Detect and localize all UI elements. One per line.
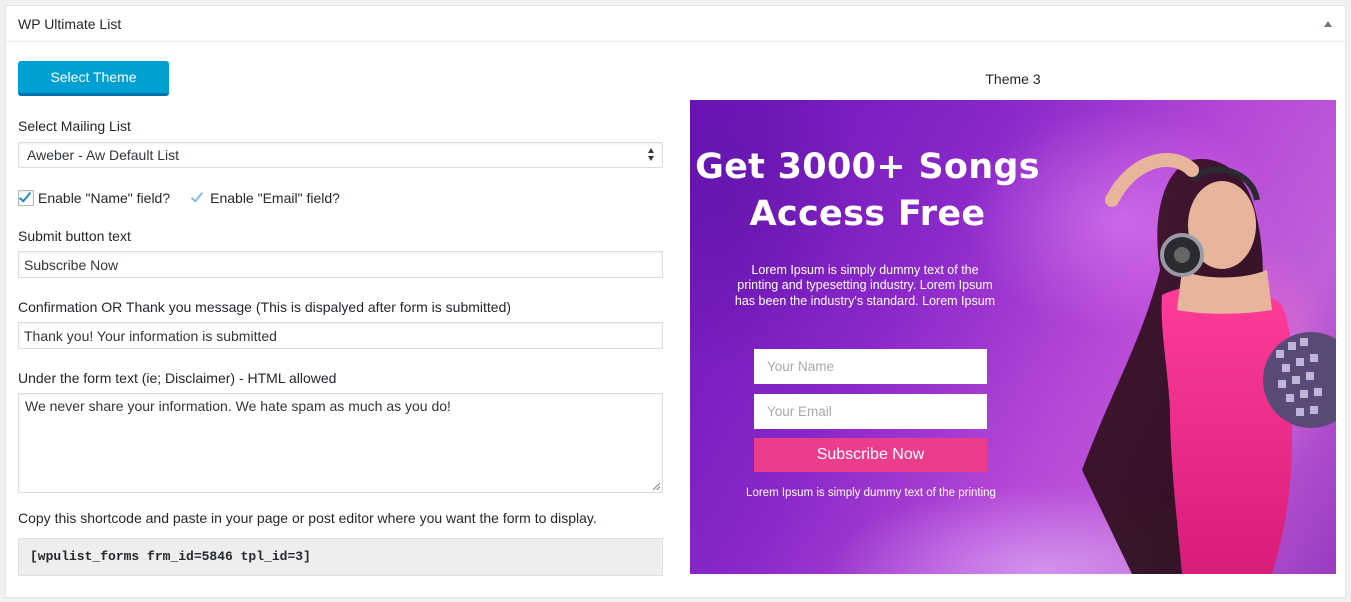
preview-headline-1: Get 3000+ Songs bbox=[695, 147, 1040, 187]
theme-name: Theme 3 bbox=[985, 71, 1041, 87]
resize-handle-icon[interactable] bbox=[653, 483, 660, 490]
checkmark-icon bbox=[190, 189, 204, 203]
preview-subscribe-button[interactable]: Subscribe Now bbox=[754, 438, 987, 472]
preview-column: Theme 3 Get 3000+ Songs Access Free Lore… bbox=[690, 61, 1336, 574]
field-toggles: Enable "Name" field? Enable "Email" fiel… bbox=[18, 189, 360, 206]
preview-body-1: Lorem Ipsum is simply dummy text of the bbox=[751, 263, 979, 277]
submit-text-label: Submit button text bbox=[18, 228, 131, 244]
enable-name-checkbox[interactable] bbox=[18, 189, 34, 206]
confirmation-label: Confirmation OR Thank you message (This … bbox=[18, 299, 512, 315]
under-form-value: We never share your information. We hate… bbox=[25, 398, 451, 414]
panel-title: WP Ultimate List bbox=[18, 15, 122, 32]
disco-ball-image bbox=[1263, 332, 1336, 428]
shortcode-instructions: Copy this shortcode and paste in your pa… bbox=[18, 510, 597, 526]
enable-email-checkbox[interactable] bbox=[190, 189, 206, 206]
shortcode-box[interactable]: [wpulist_forms frm_id=5846 tpl_id=3] bbox=[18, 538, 663, 576]
preview-body-2: printing and typesetting industry. Lorem… bbox=[737, 278, 993, 292]
under-form-textarea[interactable]: We never share your information. We hate… bbox=[18, 393, 663, 493]
theme-preview: Get 3000+ Songs Access Free Lorem Ipsum … bbox=[690, 100, 1336, 574]
enable-name-label[interactable]: Enable "Name" field? bbox=[38, 190, 170, 206]
mailing-list-select[interactable]: Aweber - Aw Default List bbox=[18, 142, 663, 168]
preview-footer-text: Lorem Ipsum is simply dummy text of the … bbox=[746, 487, 996, 499]
preview-body-3: has been the industry's standard. Lorem … bbox=[734, 294, 996, 308]
select-theme-button[interactable]: Select Theme bbox=[18, 61, 169, 96]
confirmation-input[interactable] bbox=[18, 322, 663, 349]
mailing-list-selected: Aweber - Aw Default List bbox=[27, 147, 180, 163]
preview-email-input[interactable]: Your Email bbox=[754, 394, 987, 429]
select-arrows-icon bbox=[648, 148, 656, 162]
wp-ultimate-list-panel: WP Ultimate List Select Theme Select Mai… bbox=[5, 5, 1346, 598]
settings-column: Select Theme Select Mailing List Aweber … bbox=[18, 61, 663, 576]
preview-headline-2: Access Free bbox=[749, 194, 986, 234]
preview-name-input[interactable]: Your Name bbox=[754, 349, 987, 384]
enable-email-label[interactable]: Enable "Email" field? bbox=[210, 190, 340, 206]
panel-header[interactable]: WP Ultimate List bbox=[6, 6, 1345, 42]
submit-text-input[interactable] bbox=[18, 251, 663, 278]
checkmark-icon bbox=[18, 189, 32, 203]
under-form-label: Under the form text (ie; Disclaimer) - H… bbox=[18, 370, 337, 386]
collapse-arrow-icon[interactable] bbox=[1324, 20, 1332, 27]
mailing-list-label: Select Mailing List bbox=[18, 118, 131, 134]
